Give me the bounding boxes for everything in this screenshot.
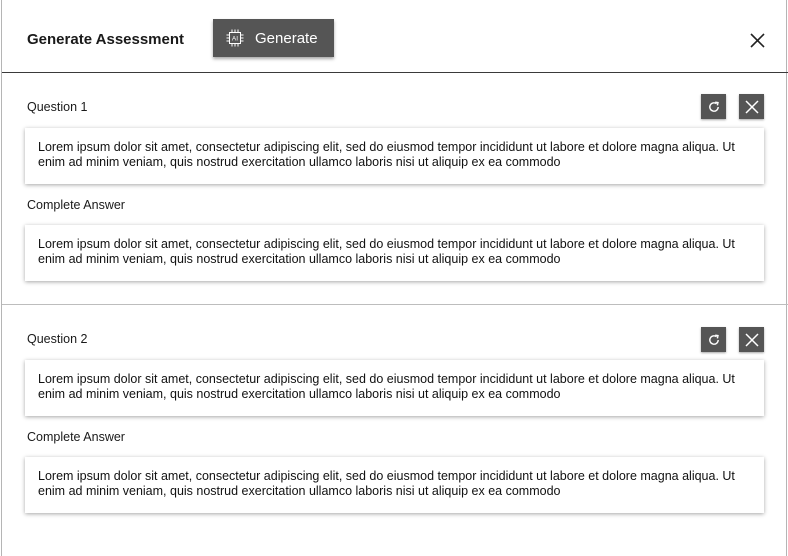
answer-text-field[interactable]: Lorem ipsum dolor sit amet, consectetur … bbox=[25, 457, 764, 513]
question-block: Question 1 Lorem ipsum dolor sit amet, c… bbox=[2, 74, 788, 305]
modal-title: Generate Assessment bbox=[27, 31, 185, 48]
remove-question-button[interactable] bbox=[739, 327, 764, 352]
ai-chip-icon: AI bbox=[226, 29, 244, 47]
close-icon[interactable] bbox=[747, 30, 767, 50]
question-text-field[interactable]: Lorem ipsum dolor sit amet, consectetur … bbox=[25, 128, 764, 184]
regenerate-question-button[interactable] bbox=[701, 94, 726, 119]
question-text-field[interactable]: Lorem ipsum dolor sit amet, consectetur … bbox=[25, 360, 764, 416]
generate-button-label: Generate bbox=[255, 29, 318, 47]
answer-text-field[interactable]: Lorem ipsum dolor sit amet, consectetur … bbox=[25, 225, 764, 281]
close-icon bbox=[744, 99, 759, 114]
page: Generate Assessment AI Generate Question… bbox=[0, 0, 788, 556]
refresh-icon bbox=[708, 101, 719, 112]
modal-header: Generate Assessment AI Generate bbox=[2, 0, 788, 73]
answer-label: Complete Answer bbox=[27, 430, 125, 444]
close-icon bbox=[744, 332, 759, 347]
question-block: Question 2 Lorem ipsum dolor sit amet, c… bbox=[2, 306, 788, 556]
generate-assessment-modal: Generate Assessment AI Generate Question… bbox=[1, 0, 788, 556]
question-label: Question 2 bbox=[27, 332, 88, 346]
svg-text:AI: AI bbox=[232, 36, 238, 43]
generate-button[interactable]: AI Generate bbox=[213, 19, 334, 57]
refresh-icon bbox=[708, 334, 719, 345]
question-label: Question 1 bbox=[27, 100, 88, 114]
regenerate-question-button[interactable] bbox=[701, 327, 726, 352]
answer-label: Complete Answer bbox=[27, 198, 125, 212]
remove-question-button[interactable] bbox=[739, 94, 764, 119]
